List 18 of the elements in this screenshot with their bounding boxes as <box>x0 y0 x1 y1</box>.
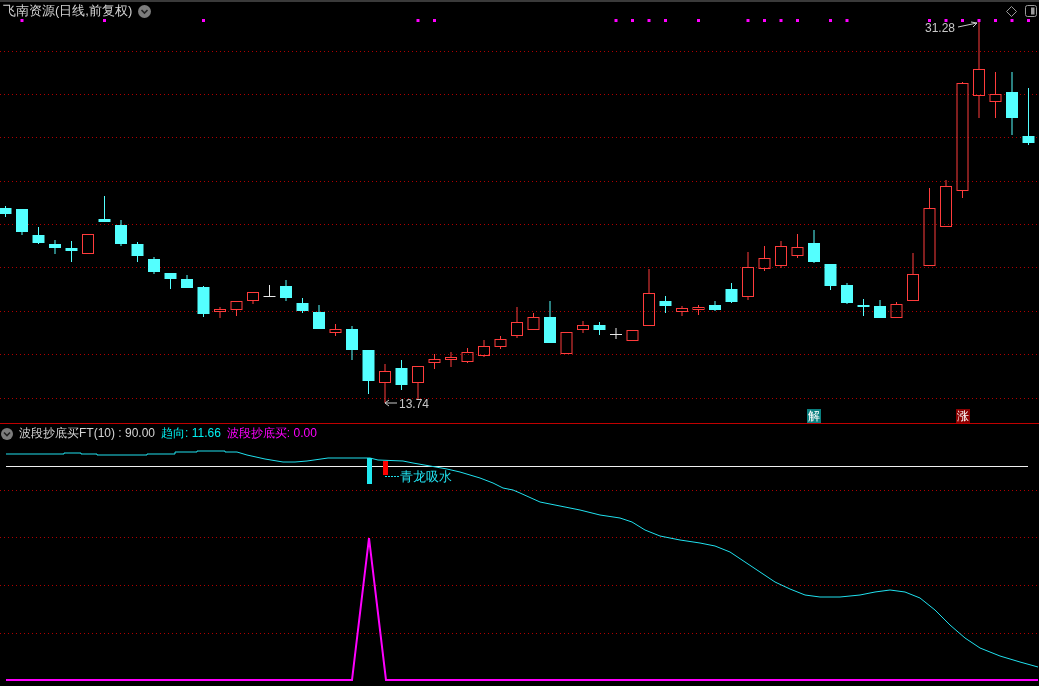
diamond-icon[interactable] <box>1006 5 1017 17</box>
high-price-label: 31.28 <box>925 21 956 35</box>
signal-bar <box>383 461 388 475</box>
signal-tag: 解 <box>807 409 821 423</box>
dropdown-chevron-icon[interactable] <box>138 4 152 18</box>
signal-bar <box>367 458 372 484</box>
indicator-readout: 趋向: 11.66 <box>161 426 221 441</box>
annotation-label: 青龙吸水 <box>400 469 452 484</box>
leader-line <box>384 476 400 477</box>
indicator-readout: 波段抄底买: 0.00 <box>226 426 317 441</box>
panel-toggle-icon[interactable] <box>1025 5 1037 17</box>
low-price-label: 13.74 <box>399 397 430 411</box>
stock-title: 飞南资源(日线,前复权) <box>3 3 133 19</box>
signal-tag: 涨 <box>955 409 970 423</box>
dropdown-chevron-icon[interactable] <box>1 427 13 440</box>
pointer-arrow <box>957 21 978 28</box>
indicator-title: 波段抄底买FT(10) : 90.00 <box>19 426 156 441</box>
pointer-arrow <box>384 399 398 407</box>
